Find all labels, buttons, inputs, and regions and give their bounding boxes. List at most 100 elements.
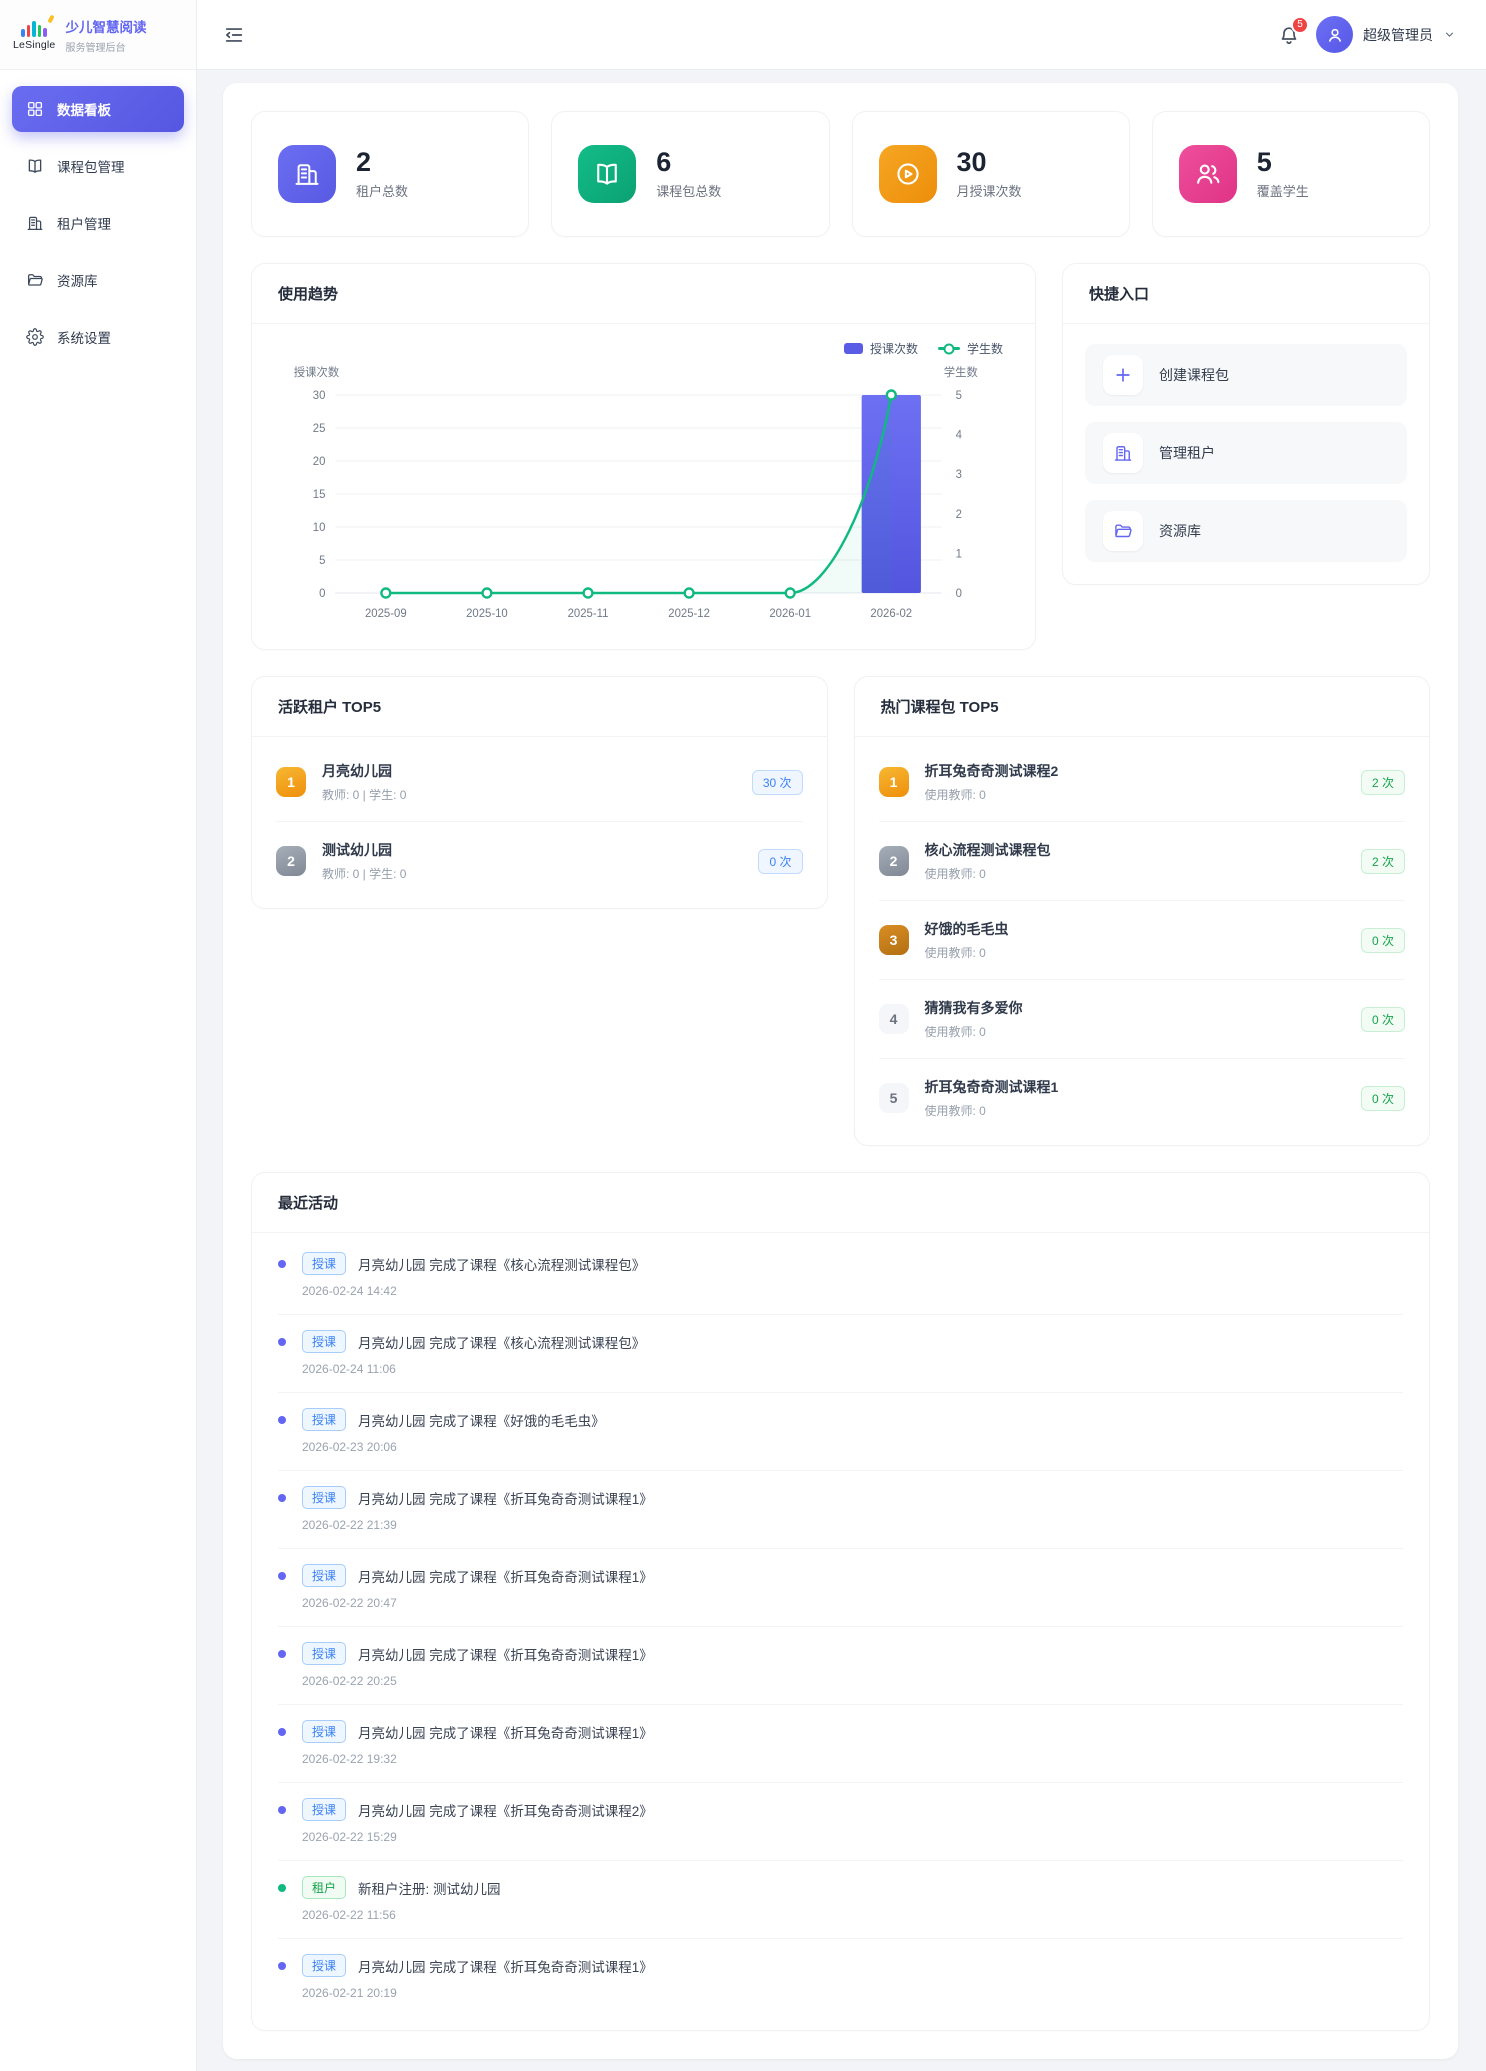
usage-count-pill: 30 次 — [752, 770, 803, 795]
x-axis-label: 2025-11 — [568, 608, 609, 620]
logo-area: LeSingle 少儿智慧阅读 服务管理后台 — [0, 0, 196, 70]
activity-row: 授课 月亮幼儿园 完成了课程《折耳兔奇奇测试课程1》 2026-02-22 20… — [278, 1627, 1403, 1705]
activity-dot — [278, 1416, 286, 1424]
sidebar-item-course-packages[interactable]: 课程包管理 — [12, 143, 184, 189]
activity-row: 授课 月亮幼儿园 完成了课程《折耳兔奇奇测试课程1》 2026-02-21 20… — [278, 1939, 1403, 2016]
left-axis-title: 授课次数 — [294, 365, 340, 379]
logo-icon: LeSingle — [13, 19, 55, 51]
rank-info: 折耳兔奇奇测试课程1 使用教师: 0 — [925, 1077, 1361, 1119]
quick-entry-manage-tenants[interactable]: 管理租户 — [1085, 422, 1407, 484]
rank-row: 5 折耳兔奇奇测试课程1 使用教师: 0 0 次 — [879, 1059, 1406, 1137]
activity-text: 月亮幼儿园 完成了课程《好饿的毛毛虫》 — [358, 1410, 605, 1430]
stat-label: 月授课次数 — [957, 181, 1022, 200]
activity-text: 月亮幼儿园 完成了课程《折耳兔奇奇测试课程1》 — [358, 1956, 653, 1976]
stat-value: 6 — [656, 148, 721, 178]
recent-activity-title: 最近活动 — [252, 1173, 1429, 1233]
building-icon — [278, 145, 336, 203]
rank-subtext: 教师: 0 | 学生: 0 — [322, 786, 752, 803]
rank-row: 2 核心流程测试课程包 使用教师: 0 2 次 — [879, 822, 1406, 901]
legend-line-swatch — [938, 347, 960, 350]
x-axis-label: 2026-01 — [769, 608, 811, 620]
usage-count-pill: 2 次 — [1361, 770, 1405, 795]
activity-text: 月亮幼儿园 完成了课程《折耳兔奇奇测试课程2》 — [358, 1800, 653, 1820]
active-tenants-list: 1 月亮幼儿园 教师: 0 | 学生: 0 30 次 2 测试幼儿园 教师: 0… — [252, 737, 827, 908]
stat-label: 覆盖学生 — [1257, 181, 1309, 200]
quick-entry-label: 资源库 — [1159, 521, 1201, 541]
activity-time: 2026-02-24 11:06 — [302, 1362, 1403, 1376]
rank-name: 折耳兔奇奇测试课程2 — [925, 761, 1361, 781]
rank-subtext: 使用教师: 0 — [925, 1023, 1361, 1040]
stat-label: 租户总数 — [356, 181, 408, 200]
rank-row: 1 折耳兔奇奇测试课程2 使用教师: 0 2 次 — [879, 743, 1406, 822]
quick-entry-resource-library[interactable]: 资源库 — [1085, 500, 1407, 562]
right-axis-title: 学生数 — [944, 365, 979, 379]
stat-card: 6 课程包总数 — [551, 111, 829, 237]
activity-text: 月亮幼儿园 完成了课程《折耳兔奇奇测试课程1》 — [358, 1566, 653, 1586]
activity-text: 月亮幼儿园 完成了课程《折耳兔奇奇测试课程1》 — [358, 1488, 653, 1508]
activity-dot — [278, 1572, 286, 1580]
chart-point — [482, 589, 491, 598]
plus-icon — [1103, 355, 1143, 395]
left-axis-tick: 0 — [319, 588, 325, 600]
activity-type-badge: 授课 — [302, 1564, 346, 1587]
activity-line: 授课 月亮幼儿园 完成了课程《折耳兔奇奇测试课程2》 — [278, 1798, 1403, 1821]
sidebar-item-label: 数据看板 — [57, 99, 111, 119]
chart-point — [786, 589, 795, 598]
sidebar-item-dashboard[interactable]: 数据看板 — [12, 86, 184, 132]
activity-dot — [278, 1884, 286, 1892]
active-tenants-title: 活跃租户 TOP5 — [252, 677, 827, 737]
folder-icon — [1103, 511, 1143, 551]
legend-item-students[interactable]: 学生数 — [938, 340, 1003, 357]
stat-value: 5 — [1257, 148, 1309, 178]
activity-row: 授课 月亮幼儿园 完成了课程《折耳兔奇奇测试课程2》 2026-02-22 15… — [278, 1783, 1403, 1861]
hot-courses-title: 热门课程包 TOP5 — [855, 677, 1430, 737]
sidebar-collapse-icon[interactable] — [223, 24, 245, 46]
activity-line: 授课 月亮幼儿园 完成了课程《折耳兔奇奇测试课程1》 — [278, 1642, 1403, 1665]
right-axis-tick: 0 — [956, 588, 962, 600]
usage-chart-body: 授课次数 学生数 051015202530012345授课次数学生数2025-0… — [252, 324, 1035, 649]
activity-time: 2026-02-22 19:32 — [302, 1752, 1403, 1766]
user-menu[interactable]: 超级管理员 — [1316, 16, 1456, 53]
activity-dot — [278, 1338, 286, 1346]
sidebar-item-icon — [26, 271, 44, 289]
stat-texts: 5 覆盖学生 — [1257, 148, 1309, 201]
hot-courses-card: 热门课程包 TOP5 1 折耳兔奇奇测试课程2 使用教师: 0 2 次 2 核心… — [854, 676, 1431, 1146]
avatar — [1316, 16, 1353, 53]
rank-info: 核心流程测试课程包 使用教师: 0 — [925, 840, 1361, 882]
rank-badge: 4 — [879, 1004, 909, 1034]
activity-row: 授课 月亮幼儿园 完成了课程《好饿的毛毛虫》 2026-02-23 20:06 — [278, 1393, 1403, 1471]
chart-point — [584, 589, 593, 598]
rank-subtext: 使用教师: 0 — [925, 1102, 1361, 1119]
sidebar-item-resources[interactable]: 资源库 — [12, 257, 184, 303]
top5-row: 活跃租户 TOP5 1 月亮幼儿园 教师: 0 | 学生: 0 30 次 2 测… — [251, 676, 1430, 1146]
activity-type-badge: 授课 — [302, 1252, 346, 1275]
legend-item-lessons[interactable]: 授课次数 — [844, 340, 918, 357]
x-axis-label: 2026-02 — [870, 608, 912, 620]
rank-info: 折耳兔奇奇测试课程2 使用教师: 0 — [925, 761, 1361, 803]
notification-badge: 5 — [1291, 16, 1309, 34]
activity-line: 授课 月亮幼儿园 完成了课程《好饿的毛毛虫》 — [278, 1408, 1403, 1431]
usage-chart-svg: 051015202530012345授课次数学生数2025-092025-102… — [278, 361, 1009, 633]
sidebar-item-tenants[interactable]: 租户管理 — [12, 200, 184, 246]
sidebar: LeSingle 少儿智慧阅读 服务管理后台 数据看板 课程包管理 租户管理 资… — [0, 0, 197, 2071]
legend-label: 学生数 — [967, 340, 1003, 357]
sidebar-item-label: 租户管理 — [57, 213, 111, 233]
activity-time: 2026-02-24 14:42 — [302, 1284, 1403, 1298]
sidebar-item-settings[interactable]: 系统设置 — [12, 314, 184, 360]
usage-count-pill: 0 次 — [1361, 1086, 1405, 1111]
rank-subtext: 使用教师: 0 — [925, 865, 1361, 882]
rank-row: 3 好饿的毛毛虫 使用教师: 0 0 次 — [879, 901, 1406, 980]
quick-entry-create-course-package[interactable]: 创建课程包 — [1085, 344, 1407, 406]
chart-quick-row: 使用趋势 授课次数 学生数 05101520253 — [251, 263, 1430, 650]
left-axis-tick: 30 — [313, 390, 326, 402]
x-axis-label: 2025-10 — [466, 608, 508, 620]
activity-line: 授课 月亮幼儿园 完成了课程《折耳兔奇奇测试课程1》 — [278, 1486, 1403, 1509]
activity-time: 2026-02-23 20:06 — [302, 1440, 1403, 1454]
activity-row: 授课 月亮幼儿园 完成了课程《折耳兔奇奇测试课程1》 2026-02-22 20… — [278, 1549, 1403, 1627]
rank-badge: 5 — [879, 1083, 909, 1113]
activity-time: 2026-02-22 15:29 — [302, 1830, 1403, 1844]
activity-time: 2026-02-21 20:19 — [302, 1986, 1403, 2000]
notification-bell-icon[interactable]: 5 — [1277, 23, 1301, 47]
usage-trend-title: 使用趋势 — [252, 264, 1035, 324]
stat-texts: 6 课程包总数 — [656, 148, 721, 201]
